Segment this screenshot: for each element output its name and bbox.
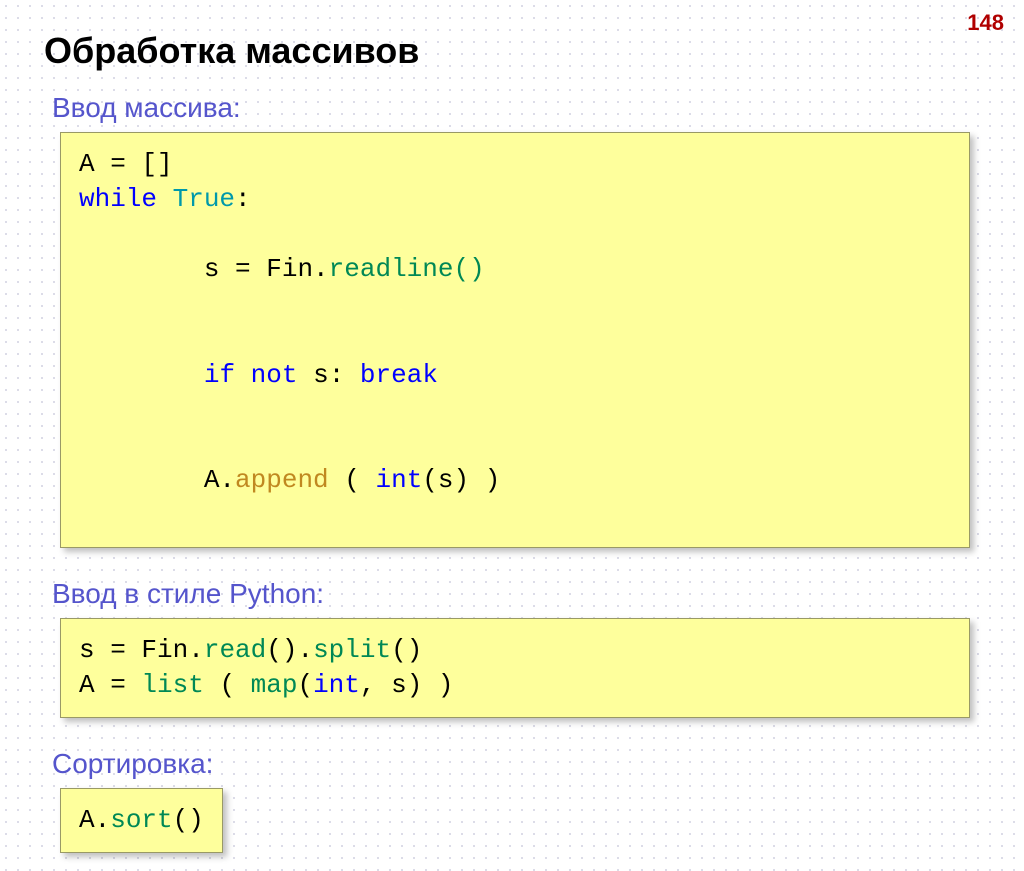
code-text: (s) ) [422,465,500,495]
code-line: if not s: break [79,322,951,427]
code-text [173,360,204,390]
keyword-true: True [157,184,235,214]
method-read: read [204,635,266,665]
code-text: [] [141,149,172,179]
slide-container: Обработка массивов Ввод массива: A = [] … [0,0,1024,871]
builtin-map: map [251,670,298,700]
code-text: = [219,254,266,284]
code-line: A = [] [79,147,951,182]
method-append: append [235,465,329,495]
code-line: while True: [79,182,951,217]
code-text: (). [266,635,313,665]
keyword-if: if [204,360,235,390]
method-sort: sort [110,805,172,835]
code-text: = [95,635,142,665]
builtin-int: int [313,670,360,700]
code-text: Fin. [266,254,328,284]
method-split: split [313,635,391,665]
code-line: A.append ( int(s) ) [79,428,951,533]
code-text: , s) ) [360,670,454,700]
code-text: Fin. [141,635,203,665]
code-text: A. [173,465,235,495]
code-text: s: [297,360,359,390]
code-text: A. [79,805,110,835]
method-readline: readline() [329,254,485,284]
keyword-not: not [235,360,297,390]
code-text: = [95,149,142,179]
code-text: : [235,184,251,214]
code-text: ( [297,670,313,700]
builtin-list: list [141,670,203,700]
code-text: s [173,254,220,284]
section-label-input-python: Ввод в стиле Python: [52,578,984,610]
keyword-while: while [79,184,157,214]
section-label-sort: Сортировка: [52,748,984,780]
code-text: ( [204,670,251,700]
code-text: A [79,149,95,179]
section-label-input-array: Ввод массива: [52,92,984,124]
code-text: = [95,670,142,700]
page-title: Обработка массивов [44,30,984,72]
code-block-input-array: A = [] while True: s = Fin.readline() if… [60,132,970,548]
code-text: () [173,805,204,835]
page-number: 148 [967,10,1004,36]
code-line: s = Fin.readline() [79,217,951,322]
code-line: A = list ( map(int, s) ) [79,668,951,703]
builtin-int: int [375,465,422,495]
code-line: A.sort() [79,803,204,838]
code-text: A [79,670,95,700]
code-text: s [79,635,95,665]
keyword-break: break [360,360,438,390]
code-block-sort: A.sort() [60,788,223,853]
code-text: ( [329,465,376,495]
code-line: s = Fin.read().split() [79,633,951,668]
code-text: () [391,635,422,665]
code-block-input-python: s = Fin.read().split() A = list ( map(in… [60,618,970,718]
